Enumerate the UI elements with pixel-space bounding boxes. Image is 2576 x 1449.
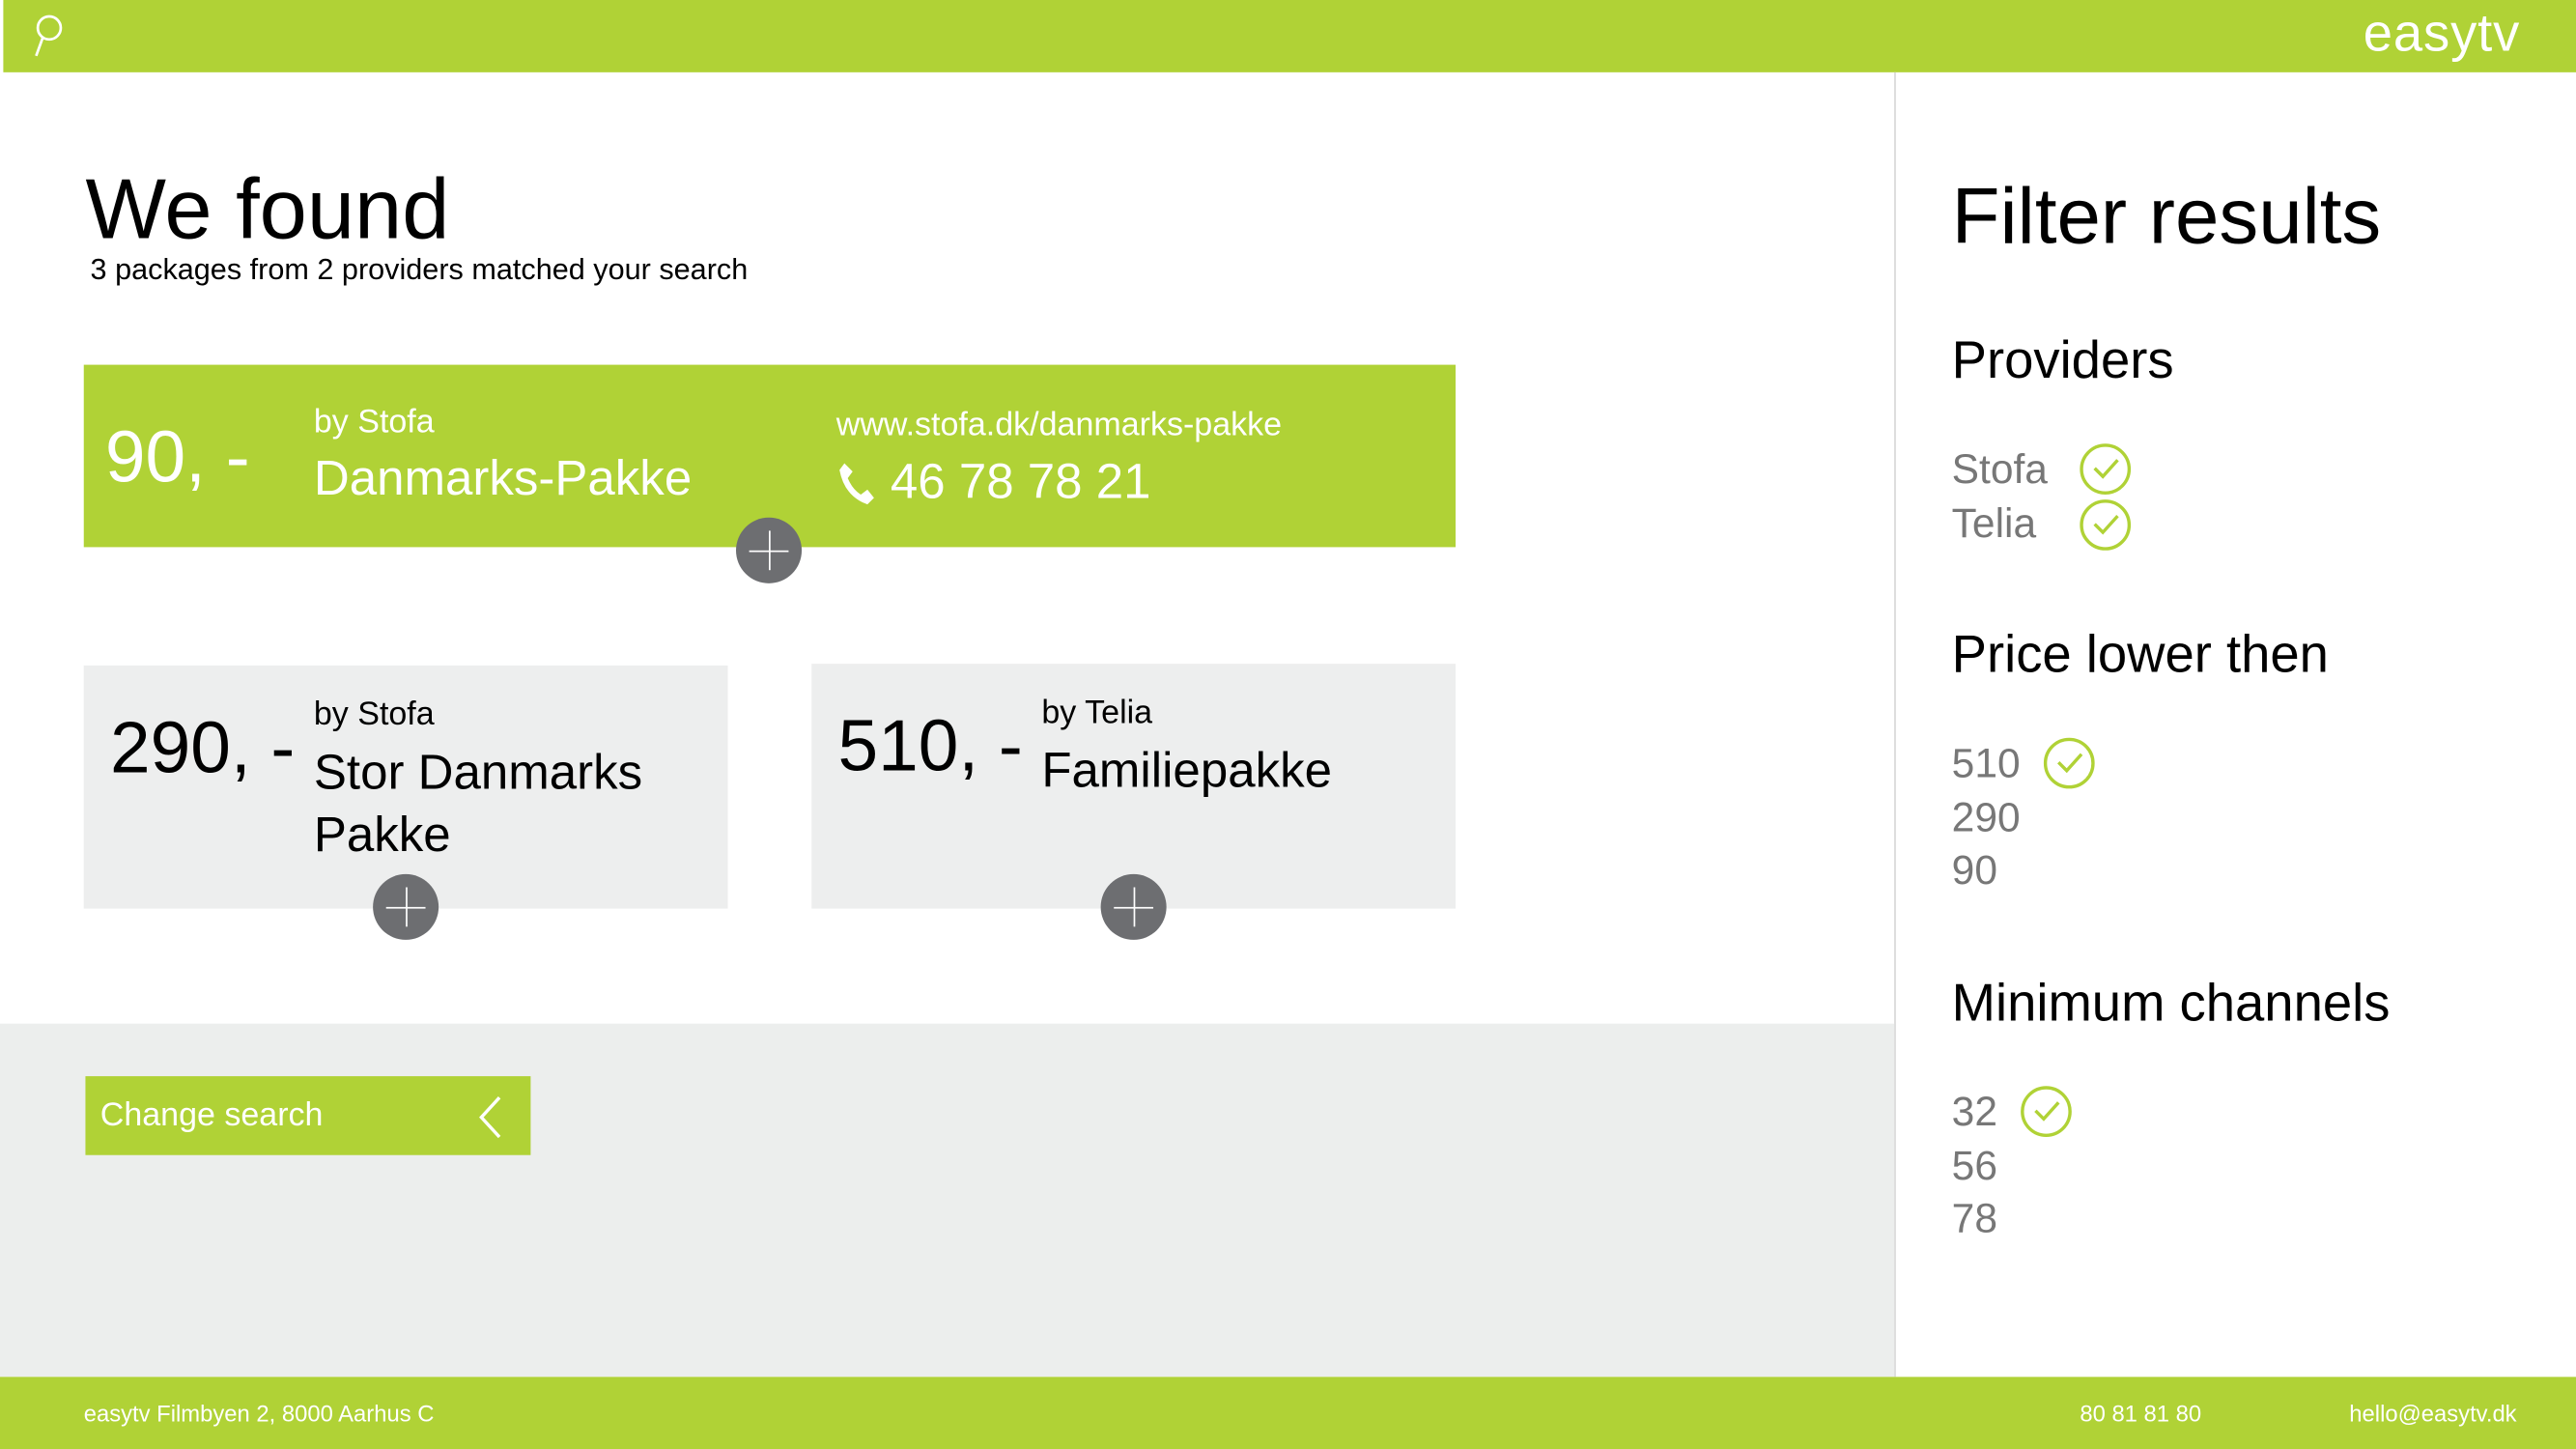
package-provider: by Stofa	[313, 696, 435, 733]
filter-option-channels-78[interactable]: 78	[1952, 1196, 1997, 1243]
package-price: 510, -	[837, 706, 1023, 787]
package-name: Danmarks-Pakke	[313, 451, 693, 506]
footer: easytv Filmbyen 2, 8000 Aarhus C 80 81 8…	[0, 1377, 2576, 1449]
filter-option-stofa[interactable]: Stofa	[1952, 447, 2048, 495]
search-icon[interactable]	[31, 14, 64, 68]
footer-phone[interactable]: 80 81 81 80	[2080, 1400, 2201, 1426]
filter-option-telia[interactable]: Telia	[1952, 501, 2036, 549]
channels-heading: Minimum channels	[1951, 972, 2391, 1033]
package-price: 90, -	[104, 417, 250, 498]
filter-option-channels-32[interactable]: 32	[1952, 1090, 1997, 1137]
filter-option-price-290[interactable]: 290	[1952, 795, 2021, 842]
check-icon[interactable]	[2080, 499, 2132, 551]
phone-icon	[836, 460, 876, 514]
check-icon[interactable]	[2021, 1086, 2072, 1138]
package-name: Familiepakke	[1041, 744, 1332, 799]
check-icon[interactable]	[2080, 443, 2132, 495]
providers-heading: Providers	[1951, 329, 2174, 390]
package-provider: by Telia	[1041, 695, 1153, 731]
package-card-danmarks-pakke[interactable]: 90, - by Stofa Danmarks-Pakke www.stofa.…	[83, 364, 1456, 583]
filter-option-price-90[interactable]: 90	[1952, 848, 1997, 895]
page-title: We found	[85, 162, 450, 259]
expand-plus-button[interactable]	[373, 873, 439, 940]
package-price: 290, -	[109, 708, 296, 789]
price-heading: Price lower then	[1951, 624, 2329, 684]
sidebar-divider	[1894, 71, 1896, 1378]
expand-plus-button[interactable]	[1100, 873, 1167, 940]
footer-address: easytv Filmbyen 2, 8000 Aarhus C	[83, 1400, 435, 1427]
change-search-button[interactable]: Change search	[85, 1076, 531, 1155]
package-url[interactable]: www.stofa.dk/danmarks-pakke	[836, 408, 1282, 445]
top-bar: easytv	[3, 0, 2576, 72]
logo[interactable]: easytv	[2364, 3, 2520, 64]
package-provider: by Stofa	[313, 404, 435, 440]
check-icon[interactable]	[2043, 737, 2095, 789]
expand-plus-button[interactable]	[736, 517, 803, 583]
filter-option-price-510[interactable]: 510	[1952, 741, 2021, 788]
package-phone: 46 78 78 21	[890, 455, 1151, 510]
footer-email[interactable]: hello@easytv.dk	[2349, 1400, 2516, 1426]
package-card-familiepakke[interactable]: 510, - by Telia Familiepakke	[811, 664, 1456, 940]
chevron-left-icon	[476, 1096, 502, 1149]
package-name: Stor Danmarks Pakke	[313, 746, 643, 863]
results-summary: 3 packages from 2 providers matched your…	[90, 252, 749, 286]
package-card-stor-danmarks-pakke[interactable]: 290, - by Stofa Stor Danmarks Pakke	[83, 665, 728, 940]
change-search-label: Change search	[99, 1097, 324, 1134]
filter-option-channels-56[interactable]: 56	[1952, 1144, 1997, 1191]
filter-title: Filter results	[1951, 174, 2382, 262]
